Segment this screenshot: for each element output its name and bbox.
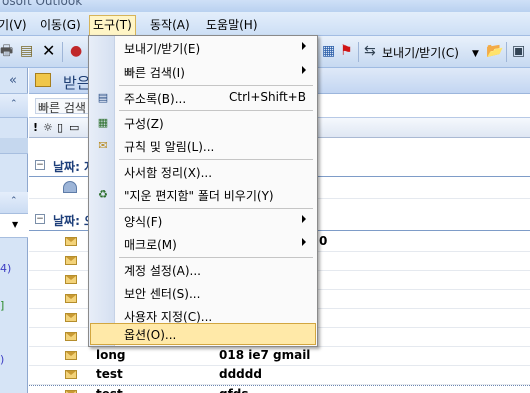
categorize-icon[interactable]: ▦ [322,43,335,59]
menu-item-mailbox-cleanup[interactable]: 사서함 정리(X)... [90,161,316,183]
unread-mail-icon [65,294,77,303]
delete-icon[interactable]: ✕ [42,43,55,59]
dropdown-arrow-icon[interactable]: ▼ [12,220,18,229]
submenu-arrow-icon [302,42,306,50]
message-from: test [96,367,123,381]
find-folder-icon[interactable]: 📂 [486,43,503,59]
menu-view[interactable]: 기(V) [0,16,27,35]
reminder-column-icon[interactable]: ☼ [43,121,53,134]
send-receive-icon[interactable]: ⇆ [364,43,376,59]
nav-folder-count[interactable]: 4) [0,262,11,275]
print-icon[interactable]: 🖶 [0,43,13,59]
unread-mail-icon [65,370,77,379]
tools-menu: 보내기/받기(E) 빠른 검색(I) ▤ 주소록(B)... Ctrl+Shif… [88,35,318,347]
window-title: osoft Outlook [2,0,83,8]
meeting-request-icon [63,181,77,193]
menu-item-empty-deleted-items[interactable]: ♻ "지운 편지함" 폴더 비우기(Y) [90,184,316,206]
unread-mail-icon [65,313,77,322]
inbox-folder-icon [35,73,51,87]
collapse-pane-icon[interactable]: « [9,73,17,88]
submenu-arrow-icon [302,215,306,223]
menu-bar: 기(V) 이동(G) 도구(T) 동작(A) 도움말(H) [0,12,530,36]
message-subject: gfds [219,387,249,393]
type-column-icon[interactable]: ▯ [57,121,63,134]
menu-item-instant-search[interactable]: 빠른 검색(I) [90,61,316,83]
quick-search-input[interactable]: 빠른 검색 [38,99,86,116]
nav-folder-count[interactable]: ) [0,353,4,366]
flag-icon[interactable]: ⚑ [340,43,353,59]
chevron-up-icon[interactable]: ⌃ [10,99,18,109]
unread-mail-icon [65,256,77,265]
reply-icon[interactable]: ● [70,43,82,59]
table-row[interactable]: test ddddd [29,366,530,385]
menu-item-rules-alerts[interactable]: ✉ 규칙 및 알림(L)... [90,135,316,157]
menu-actions[interactable]: 동작(A) [150,16,190,35]
move-to-folder-icon[interactable]: ▤ [20,43,33,59]
address-book-icon: ▤ [97,91,109,104]
importance-column-icon[interactable]: ! [33,121,38,134]
message-from: test [96,387,123,393]
chevron-up-icon[interactable]: ⌃ [10,196,18,206]
unread-mail-icon [65,332,77,341]
title-bar: osoft Outlook [0,0,530,12]
menu-item-options[interactable]: 옵션(O)... [90,323,316,345]
menu-item-organize[interactable]: ▦ 구성(Z) [90,112,316,134]
rules-icon: ✉ [98,139,108,152]
menu-item-macro[interactable]: 매크로(M) [90,233,316,255]
attachment-column-icon[interactable]: ▭ [69,121,79,134]
message-subject: ddddd [219,367,262,381]
organize-icon: ▦ [97,116,109,129]
message-subject: 018 ie7 gmail [219,348,311,362]
collapse-group-icon[interactable]: − [35,160,45,170]
message-subject: 0 [319,234,328,248]
unread-mail-icon [65,237,77,246]
menu-item-send-receive[interactable]: 보내기/받기(E) [90,37,316,59]
address-book-icon[interactable]: ▣ [512,43,525,59]
chevron-down-icon[interactable]: ▼ [472,46,479,62]
navigation-pane: « ⌃ ⌃ ▼ 4) ] ) [0,68,28,393]
menu-item-forms[interactable]: 양식(F) [90,210,316,232]
collapse-group-icon[interactable]: − [35,214,45,224]
empty-trash-icon: ♻ [98,188,108,201]
submenu-arrow-icon [302,238,306,246]
submenu-arrow-icon [302,66,306,74]
send-receive-button[interactable]: 보내기/받기(C) [382,44,459,61]
table-row[interactable]: long 018 ie7 gmail [29,347,530,366]
menu-help[interactable]: 도움말(H) [206,16,258,35]
menu-go[interactable]: 이동(G) [40,16,81,35]
menu-item-trust-center[interactable]: 보안 센터(S)... [90,282,316,304]
folder-title: 받은 [63,74,91,92]
nav-folder-count[interactable]: ] [0,299,4,312]
unread-mail-icon [65,351,77,360]
table-row[interactable]: test gfds [29,385,530,393]
menu-item-address-book[interactable]: ▤ 주소록(B)... Ctrl+Shift+B [90,87,316,109]
unread-mail-icon [65,275,77,284]
message-from: long [96,348,126,362]
menu-item-account-settings[interactable]: 계정 설정(A)... [90,259,316,281]
menu-tools[interactable]: 도구(T) [89,15,136,36]
